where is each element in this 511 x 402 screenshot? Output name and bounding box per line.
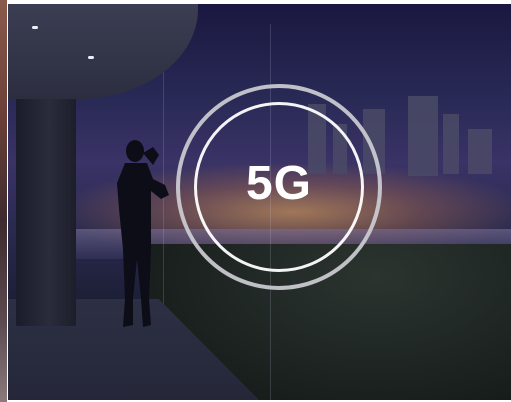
overhang-ceiling xyxy=(8,4,198,99)
city-night-photo: 5G xyxy=(8,4,511,400)
ceiling-light xyxy=(88,56,94,59)
adjacent-image-edge xyxy=(0,0,7,402)
concrete-pillar xyxy=(16,64,76,326)
skyline-building xyxy=(443,114,459,174)
ceiling-light xyxy=(32,26,38,29)
image-frame: 5G xyxy=(0,0,511,402)
5g-label: 5G xyxy=(245,157,313,210)
silhouette-person-on-phone xyxy=(117,140,169,327)
skyline-building xyxy=(408,96,438,176)
skyline-building xyxy=(468,129,492,174)
